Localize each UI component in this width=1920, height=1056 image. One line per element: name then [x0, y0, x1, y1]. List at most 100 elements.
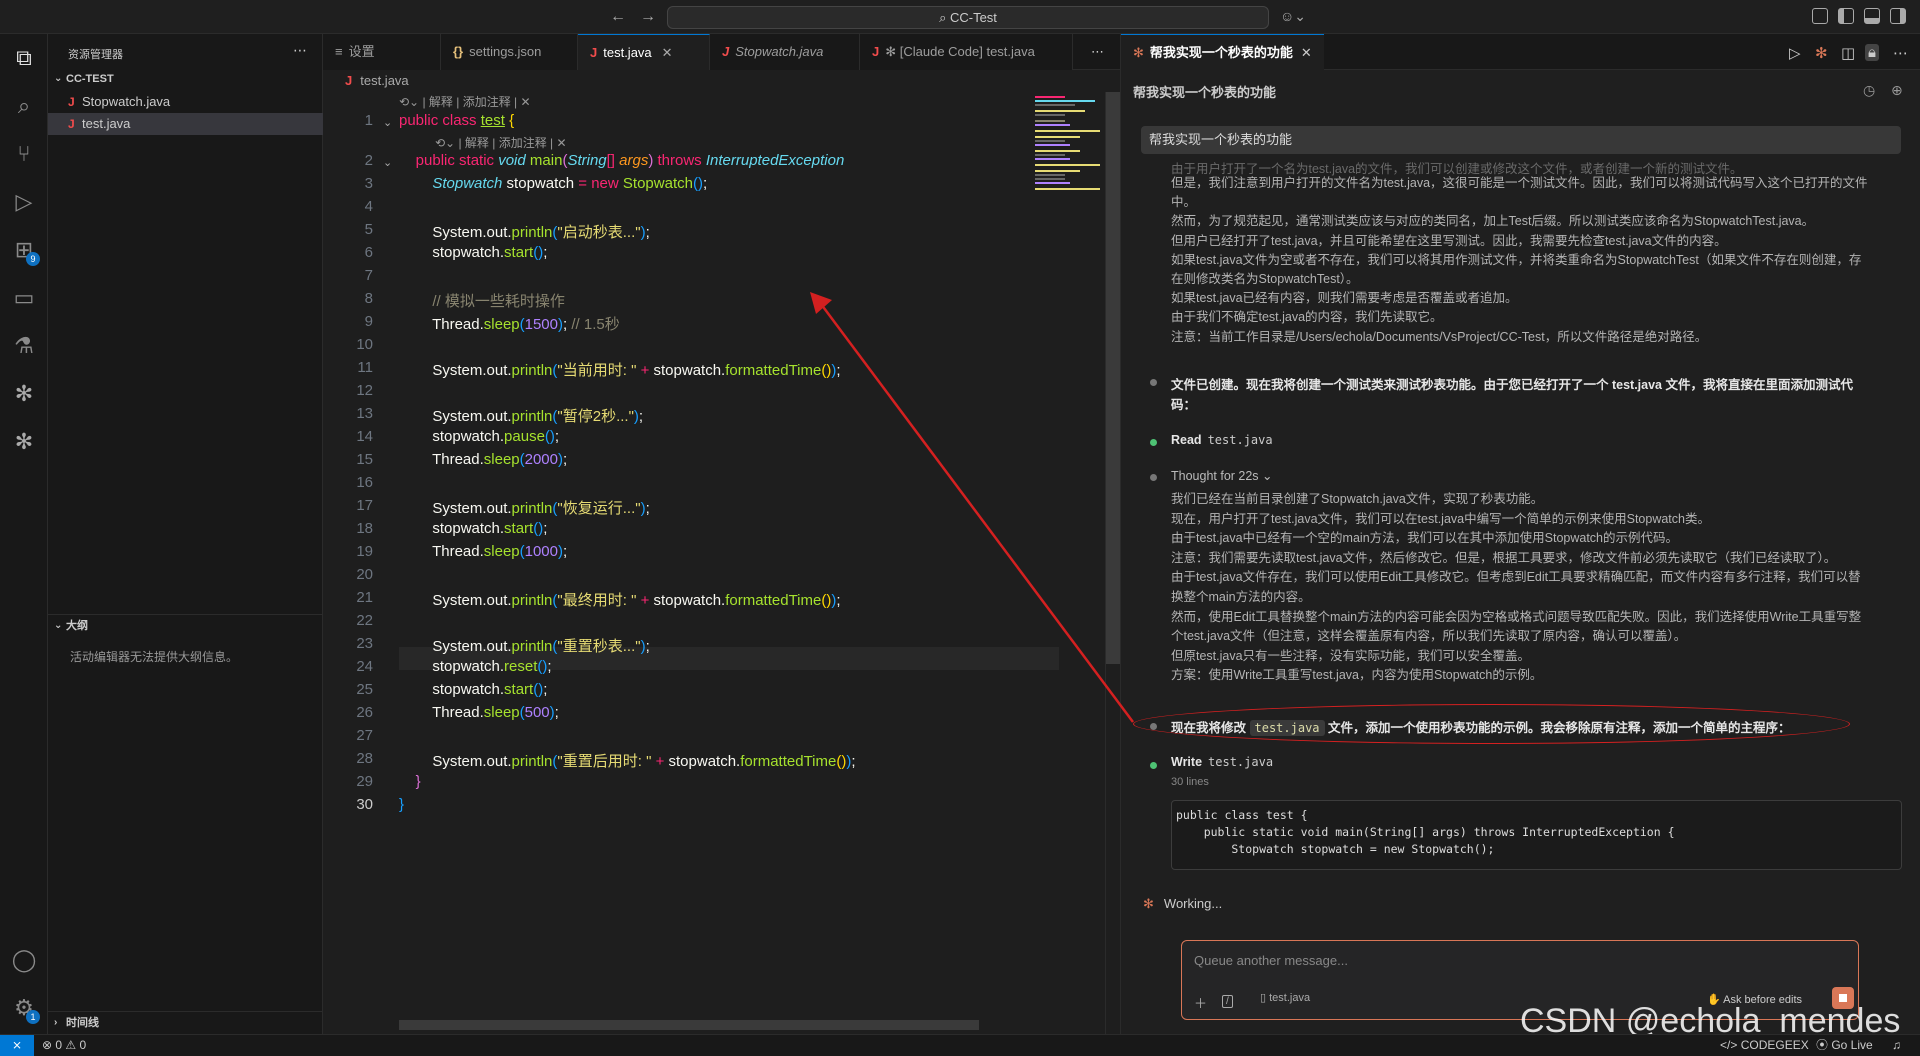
- explorer-icon[interactable]: ⧉: [10, 44, 38, 72]
- thinking-line: 但是，我们注意到用户打开的文件名为test.java，这很可能是一个测试文件。因…: [1171, 176, 1868, 190]
- code-line: System.out.println("重置后用时: " + stopwatch…: [399, 753, 856, 770]
- copilot-icon[interactable]: ☺⌄: [1280, 8, 1306, 25]
- code-line: }: [399, 796, 405, 813]
- timeline-title: 时间线: [66, 1017, 99, 1029]
- tool-arg: test.java: [1207, 433, 1273, 447]
- claude-icon[interactable]: ✻: [1815, 44, 1828, 62]
- bell-icon[interactable]: ♫: [1892, 1035, 1901, 1056]
- tool-arg: test.java: [1208, 755, 1274, 769]
- add-icon[interactable]: ＋: [1194, 993, 1207, 1012]
- run-debug-icon[interactable]: ▷: [10, 188, 38, 216]
- go-live-status[interactable]: ⦿ Go Live: [1816, 1035, 1873, 1056]
- remote-indicator-icon[interactable]: ⨯: [0, 1035, 34, 1056]
- file-item-stopwatch[interactable]: J Stopwatch.java: [48, 91, 323, 113]
- thinking-line: 我们已经在当前目录创建了Stopwatch.java文件，实现了秒表功能。: [1171, 492, 1544, 506]
- tab-settings[interactable]: ≡ 设置: [323, 34, 441, 70]
- line-number: 5: [364, 221, 373, 238]
- line-number: 18: [356, 520, 373, 537]
- outline-section-header[interactable]: ⌄ 大纲: [48, 615, 323, 637]
- search-icon[interactable]: ⌕: [10, 92, 38, 120]
- slash-command-icon[interactable]: /: [1222, 995, 1233, 1008]
- thought-toggle[interactable]: Thought for 22s ⌄: [1171, 468, 1273, 483]
- toggle-panel-icon[interactable]: [1864, 8, 1880, 24]
- file-context-chip[interactable]: ▯ test.java: [1260, 991, 1310, 1004]
- new-chat-icon[interactable]: ⊕: [1891, 82, 1903, 99]
- thinking-line: 注意：我们需要先读取test.java文件，然后修改它。但是，根据工具要求，修改…: [1171, 550, 1837, 565]
- line-number: 26: [356, 704, 373, 721]
- minimap[interactable]: [1025, 92, 1105, 192]
- code-line: System.out.println("暂停2秒...");: [399, 408, 644, 425]
- code-line: Thread.sleep(1000);: [399, 543, 568, 560]
- codelens-class[interactable]: ⟲⌄ | 解释 | 添加注释 | ✕: [399, 93, 531, 110]
- line-number: 21: [356, 589, 373, 606]
- tab-stopwatch-java[interactable]: J Stopwatch.java: [710, 34, 860, 70]
- thinking-line: 如果test.java已经有内容，则我们需要考虑是否覆盖或者追加。: [1171, 291, 1518, 306]
- code-line: }: [415, 773, 421, 790]
- tab-claude-diff[interactable]: J ✻ [Claude Code] test.java: [860, 34, 1073, 70]
- assistant-message: 码：: [1171, 398, 1197, 412]
- testing-icon[interactable]: ⚗: [10, 332, 38, 360]
- settings-tab-icon: ≡: [335, 44, 343, 59]
- code-line: System.out.println("重置秒表...");: [399, 638, 650, 655]
- line-number: 14: [356, 428, 373, 445]
- line-number: 1: [364, 112, 373, 129]
- user-message: 帮我实现一个秒表的功能: [1141, 126, 1901, 154]
- working-text: Working...: [1163, 896, 1223, 911]
- claude-alt-icon[interactable]: ✻: [10, 428, 38, 456]
- fold-chevron-icon[interactable]: ⌄: [383, 116, 392, 129]
- file-item-test[interactable]: Jtest.java: [48, 113, 323, 135]
- line-number: 28: [356, 750, 373, 767]
- arrow-right-icon[interactable]: →: [640, 8, 656, 26]
- toggle-secondary-sidebar-icon[interactable]: [1890, 8, 1906, 24]
- claude-icon[interactable]: ✻: [10, 380, 38, 408]
- horizontal-scrollbar[interactable]: [399, 1020, 979, 1030]
- outline-title: 大纲: [66, 620, 88, 632]
- tool-read[interactable]: Read test.java: [1171, 433, 1273, 447]
- lock-icon[interactable]: 🔒︎: [1865, 44, 1879, 61]
- code-preview-line: Stopwatch stopwatch = new Stopwatch();: [1176, 842, 1495, 856]
- codelens-main[interactable]: ⟲⌄ | 解释 | 添加注释 | ✕: [435, 134, 567, 151]
- tab-claude-chat[interactable]: ✻ 帮我实现一个秒表的功能 ✕: [1121, 34, 1324, 70]
- run-icon[interactable]: ▷: [1789, 44, 1801, 62]
- search-icon: ⌕: [939, 10, 950, 25]
- line-number: 16: [356, 474, 373, 491]
- file-name: Stopwatch.java: [82, 94, 171, 109]
- fold-chevron-icon[interactable]: ⌄: [383, 156, 392, 169]
- command-center-search[interactable]: ⌕ CC-Test: [667, 6, 1269, 29]
- source-control-icon[interactable]: ⑂: [10, 140, 38, 168]
- close-icon[interactable]: ✕: [1301, 45, 1312, 60]
- layout-customize-icon[interactable]: [1812, 8, 1828, 24]
- breadcrumb[interactable]: Jtest.java: [323, 70, 1120, 92]
- timeline-section-header[interactable]: › 时间线: [48, 1012, 323, 1034]
- project-section-header[interactable]: ⌄ CC-TEST: [48, 68, 323, 90]
- more-actions-icon[interactable]: ⋯: [1091, 34, 1104, 70]
- user-message-text: 帮我实现一个秒表的功能: [1149, 132, 1293, 147]
- scrollbar-thumb[interactable]: [1106, 92, 1120, 664]
- tab-test-java[interactable]: Jtest.java ✕: [578, 34, 710, 70]
- java-file-icon: J: [872, 44, 880, 59]
- remote-explorer-icon[interactable]: ▭: [10, 284, 38, 312]
- thinking-line: 然而，为了规范起见，通常测试类应该与对应的类同名，加上Test后缀。所以测试类应…: [1171, 214, 1815, 229]
- vertical-scrollbar[interactable]: [1105, 92, 1120, 1034]
- history-icon[interactable]: ◷: [1863, 82, 1875, 99]
- problems-status[interactable]: ⊗ 0 ⚠ 0: [42, 1035, 86, 1056]
- more-actions-icon[interactable]: ⋯: [1893, 44, 1908, 62]
- arrow-left-icon[interactable]: ←: [610, 8, 626, 26]
- go-live-label: Go Live: [1831, 1038, 1873, 1052]
- tab-settings-json[interactable]: {} settings.json: [441, 34, 578, 70]
- java-file-icon: J: [345, 73, 353, 88]
- line-number: 23: [356, 635, 373, 652]
- code-line: stopwatch.pause();: [399, 428, 560, 445]
- more-actions-icon[interactable]: ⋯: [293, 42, 307, 59]
- line-number: 12: [356, 382, 373, 399]
- line-number: 4: [364, 198, 373, 215]
- account-icon[interactable]: ◯: [10, 946, 38, 974]
- queue-message-input[interactable]: [1194, 949, 1834, 971]
- codegeex-status[interactable]: </> CODEGEEX: [1720, 1035, 1809, 1056]
- split-editor-icon[interactable]: ◫: [1841, 44, 1855, 62]
- close-icon[interactable]: ✕: [662, 45, 673, 60]
- tool-name: Read: [1171, 433, 1202, 447]
- tool-write[interactable]: Write test.java: [1171, 755, 1273, 769]
- tool-status-bullet: [1150, 439, 1157, 446]
- toggle-sidebar-icon[interactable]: [1838, 8, 1854, 24]
